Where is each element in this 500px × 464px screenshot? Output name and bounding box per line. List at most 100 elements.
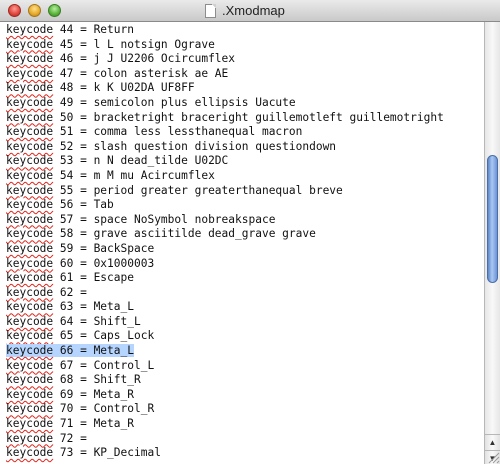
- keyword-keycode: keycode: [6, 417, 54, 431]
- text-line[interactable]: keycode 57 = space NoSymbol nobreakspace: [6, 213, 444, 228]
- line-content: 45 = l L notsign Ograve: [53, 37, 215, 51]
- text-area[interactable]: keycode 44 = Return keycode 45 = l L nots…: [0, 22, 484, 464]
- line-content: 61 = Escape: [53, 271, 134, 285]
- text-line[interactable]: keycode 49 = semicolon plus ellipsis Uac…: [6, 96, 444, 111]
- line-content: 62 =: [53, 285, 87, 299]
- keyword-keycode: keycode: [6, 387, 54, 401]
- keyword-keycode: keycode: [6, 344, 54, 358]
- window-title: .Xmodmap: [222, 3, 285, 18]
- keyword-keycode: keycode: [6, 183, 54, 197]
- keyword-keycode: keycode: [6, 139, 54, 153]
- line-content: 55 = period greater greaterthanequal bre…: [53, 183, 343, 197]
- line-content: 66 = Meta_L: [53, 344, 134, 358]
- text-line[interactable]: keycode 67 = Control_L: [6, 359, 444, 374]
- line-content: 59 = BackSpace: [53, 241, 155, 255]
- text-line[interactable]: keycode 60 = 0x1000003: [6, 257, 444, 272]
- line-content: 70 = Control_R: [53, 402, 155, 416]
- keyword-keycode: keycode: [6, 23, 54, 36]
- text-line[interactable]: keycode 51 = comma less lessthanequal ma…: [6, 125, 444, 140]
- keyword-keycode: keycode: [6, 37, 54, 51]
- text-line[interactable]: keycode 46 = j J U2206 Ocircumflex: [6, 52, 444, 67]
- line-content: 47 = colon asterisk ae AE: [53, 66, 229, 80]
- text-line[interactable]: keycode 56 = Tab: [6, 198, 444, 213]
- keyword-keycode: keycode: [6, 52, 54, 66]
- line-content: 71 = Meta_R: [53, 417, 134, 431]
- keyword-keycode: keycode: [6, 446, 54, 460]
- text-line[interactable]: keycode 62 =: [6, 286, 444, 301]
- line-content: 53 = n N dead_tilde U02DC: [53, 154, 229, 168]
- text-line[interactable]: keycode 48 = k K U02DA UF8FF: [6, 81, 444, 96]
- keyword-keycode: keycode: [6, 256, 54, 270]
- text-line[interactable]: keycode 70 = Control_R: [6, 402, 444, 417]
- text-line[interactable]: keycode 65 = Caps_Lock: [6, 329, 444, 344]
- keyword-keycode: keycode: [6, 168, 54, 182]
- keyword-keycode: keycode: [6, 125, 54, 139]
- keyword-keycode: keycode: [6, 66, 54, 80]
- keyword-keycode: keycode: [6, 402, 54, 416]
- text-line[interactable]: keycode 64 = Shift_L: [6, 315, 444, 330]
- text-line[interactable]: keycode 68 = Shift_R: [6, 373, 444, 388]
- line-content: 72 =: [53, 431, 87, 445]
- text-line[interactable]: keycode 44 = Return: [6, 23, 444, 38]
- line-content: 50 = bracketright braceright guillemotle…: [53, 110, 444, 124]
- text-line[interactable]: keycode 69 = Meta_R: [6, 388, 444, 403]
- keyword-keycode: keycode: [6, 431, 54, 445]
- text-line[interactable]: keycode 47 = colon asterisk ae AE: [6, 67, 444, 82]
- line-content: 64 = Shift_L: [53, 314, 141, 328]
- line-content: 63 = Meta_L: [53, 300, 134, 314]
- keyword-keycode: keycode: [6, 329, 54, 343]
- line-content: 67 = Control_L: [53, 358, 155, 372]
- title-bar[interactable]: .Xmodmap: [0, 0, 500, 22]
- text-line[interactable]: keycode 50 = bracketright braceright gui…: [6, 111, 444, 126]
- text-line[interactable]: keycode 63 = Meta_L: [6, 300, 444, 315]
- text-line[interactable]: keycode 61 = Escape: [6, 271, 444, 286]
- keyword-keycode: keycode: [6, 241, 54, 255]
- vertical-scrollbar[interactable]: ▲ ▼: [484, 22, 500, 464]
- text-line[interactable]: keycode 53 = n N dead_tilde U02DC: [6, 154, 444, 169]
- editor-window: .Xmodmap keycode 44 = Return keycode 45 =…: [0, 0, 500, 464]
- keyword-keycode: keycode: [6, 373, 54, 387]
- line-content: 73 = KP_Decimal: [53, 446, 161, 460]
- document-icon: [205, 4, 216, 18]
- text-line[interactable]: keycode 71 = Meta_R: [6, 417, 444, 432]
- keyword-keycode: keycode: [6, 285, 54, 299]
- text-line[interactable]: keycode 59 = BackSpace: [6, 242, 444, 257]
- line-content: 54 = m M mu Acircumflex: [53, 168, 215, 182]
- text-lines: keycode 44 = Return keycode 45 = l L nots…: [6, 23, 444, 461]
- scrollbar-thumb[interactable]: [487, 155, 498, 283]
- keyword-keycode: keycode: [6, 95, 54, 109]
- keyword-keycode: keycode: [6, 271, 54, 285]
- line-content: 57 = space NoSymbol nobreakspace: [53, 212, 276, 226]
- keyword-keycode: keycode: [6, 81, 54, 95]
- text-line[interactable]: keycode 73 = KP_Decimal: [6, 446, 444, 461]
- line-content: 51 = comma less lessthanequal macron: [53, 125, 303, 139]
- text-line[interactable]: keycode 72 =: [6, 432, 444, 447]
- minimize-button[interactable]: [28, 4, 41, 17]
- keyword-keycode: keycode: [6, 110, 54, 124]
- keyword-keycode: keycode: [6, 198, 54, 212]
- zoom-button[interactable]: [48, 4, 61, 17]
- resize-grip-icon[interactable]: [485, 449, 500, 464]
- text-line[interactable]: keycode 52 = slash question division que…: [6, 140, 444, 155]
- line-content: 48 = k K U02DA UF8FF: [53, 81, 195, 95]
- text-line[interactable]: keycode 45 = l L notsign Ograve: [6, 38, 444, 53]
- keyword-keycode: keycode: [6, 154, 54, 168]
- line-content: 46 = j J U2206 Ocircumflex: [53, 52, 236, 66]
- text-line[interactable]: keycode 55 = period greater greaterthane…: [6, 184, 444, 199]
- line-content: 60 = 0x1000003: [53, 256, 155, 270]
- line-content: 49 = semicolon plus ellipsis Uacute: [53, 95, 296, 109]
- scroll-up-arrow-icon[interactable]: ▲: [485, 434, 500, 450]
- keyword-keycode: keycode: [6, 300, 54, 314]
- line-content: 58 = grave asciitilde dead_grave grave: [53, 227, 316, 241]
- keyword-keycode: keycode: [6, 314, 54, 328]
- selected-text-line[interactable]: keycode 66 = Meta_L: [6, 344, 444, 359]
- keyword-keycode: keycode: [6, 212, 54, 226]
- line-content: 68 = Shift_R: [53, 373, 141, 387]
- keyword-keycode: keycode: [6, 358, 54, 372]
- text-line[interactable]: keycode 58 = grave asciitilde dead_grave…: [6, 227, 444, 242]
- line-content: 65 = Caps_Lock: [53, 329, 155, 343]
- text-line[interactable]: keycode 54 = m M mu Acircumflex: [6, 169, 444, 184]
- line-content: 44 = Return: [53, 23, 134, 36]
- keyword-keycode: keycode: [6, 227, 54, 241]
- close-button[interactable]: [8, 4, 21, 17]
